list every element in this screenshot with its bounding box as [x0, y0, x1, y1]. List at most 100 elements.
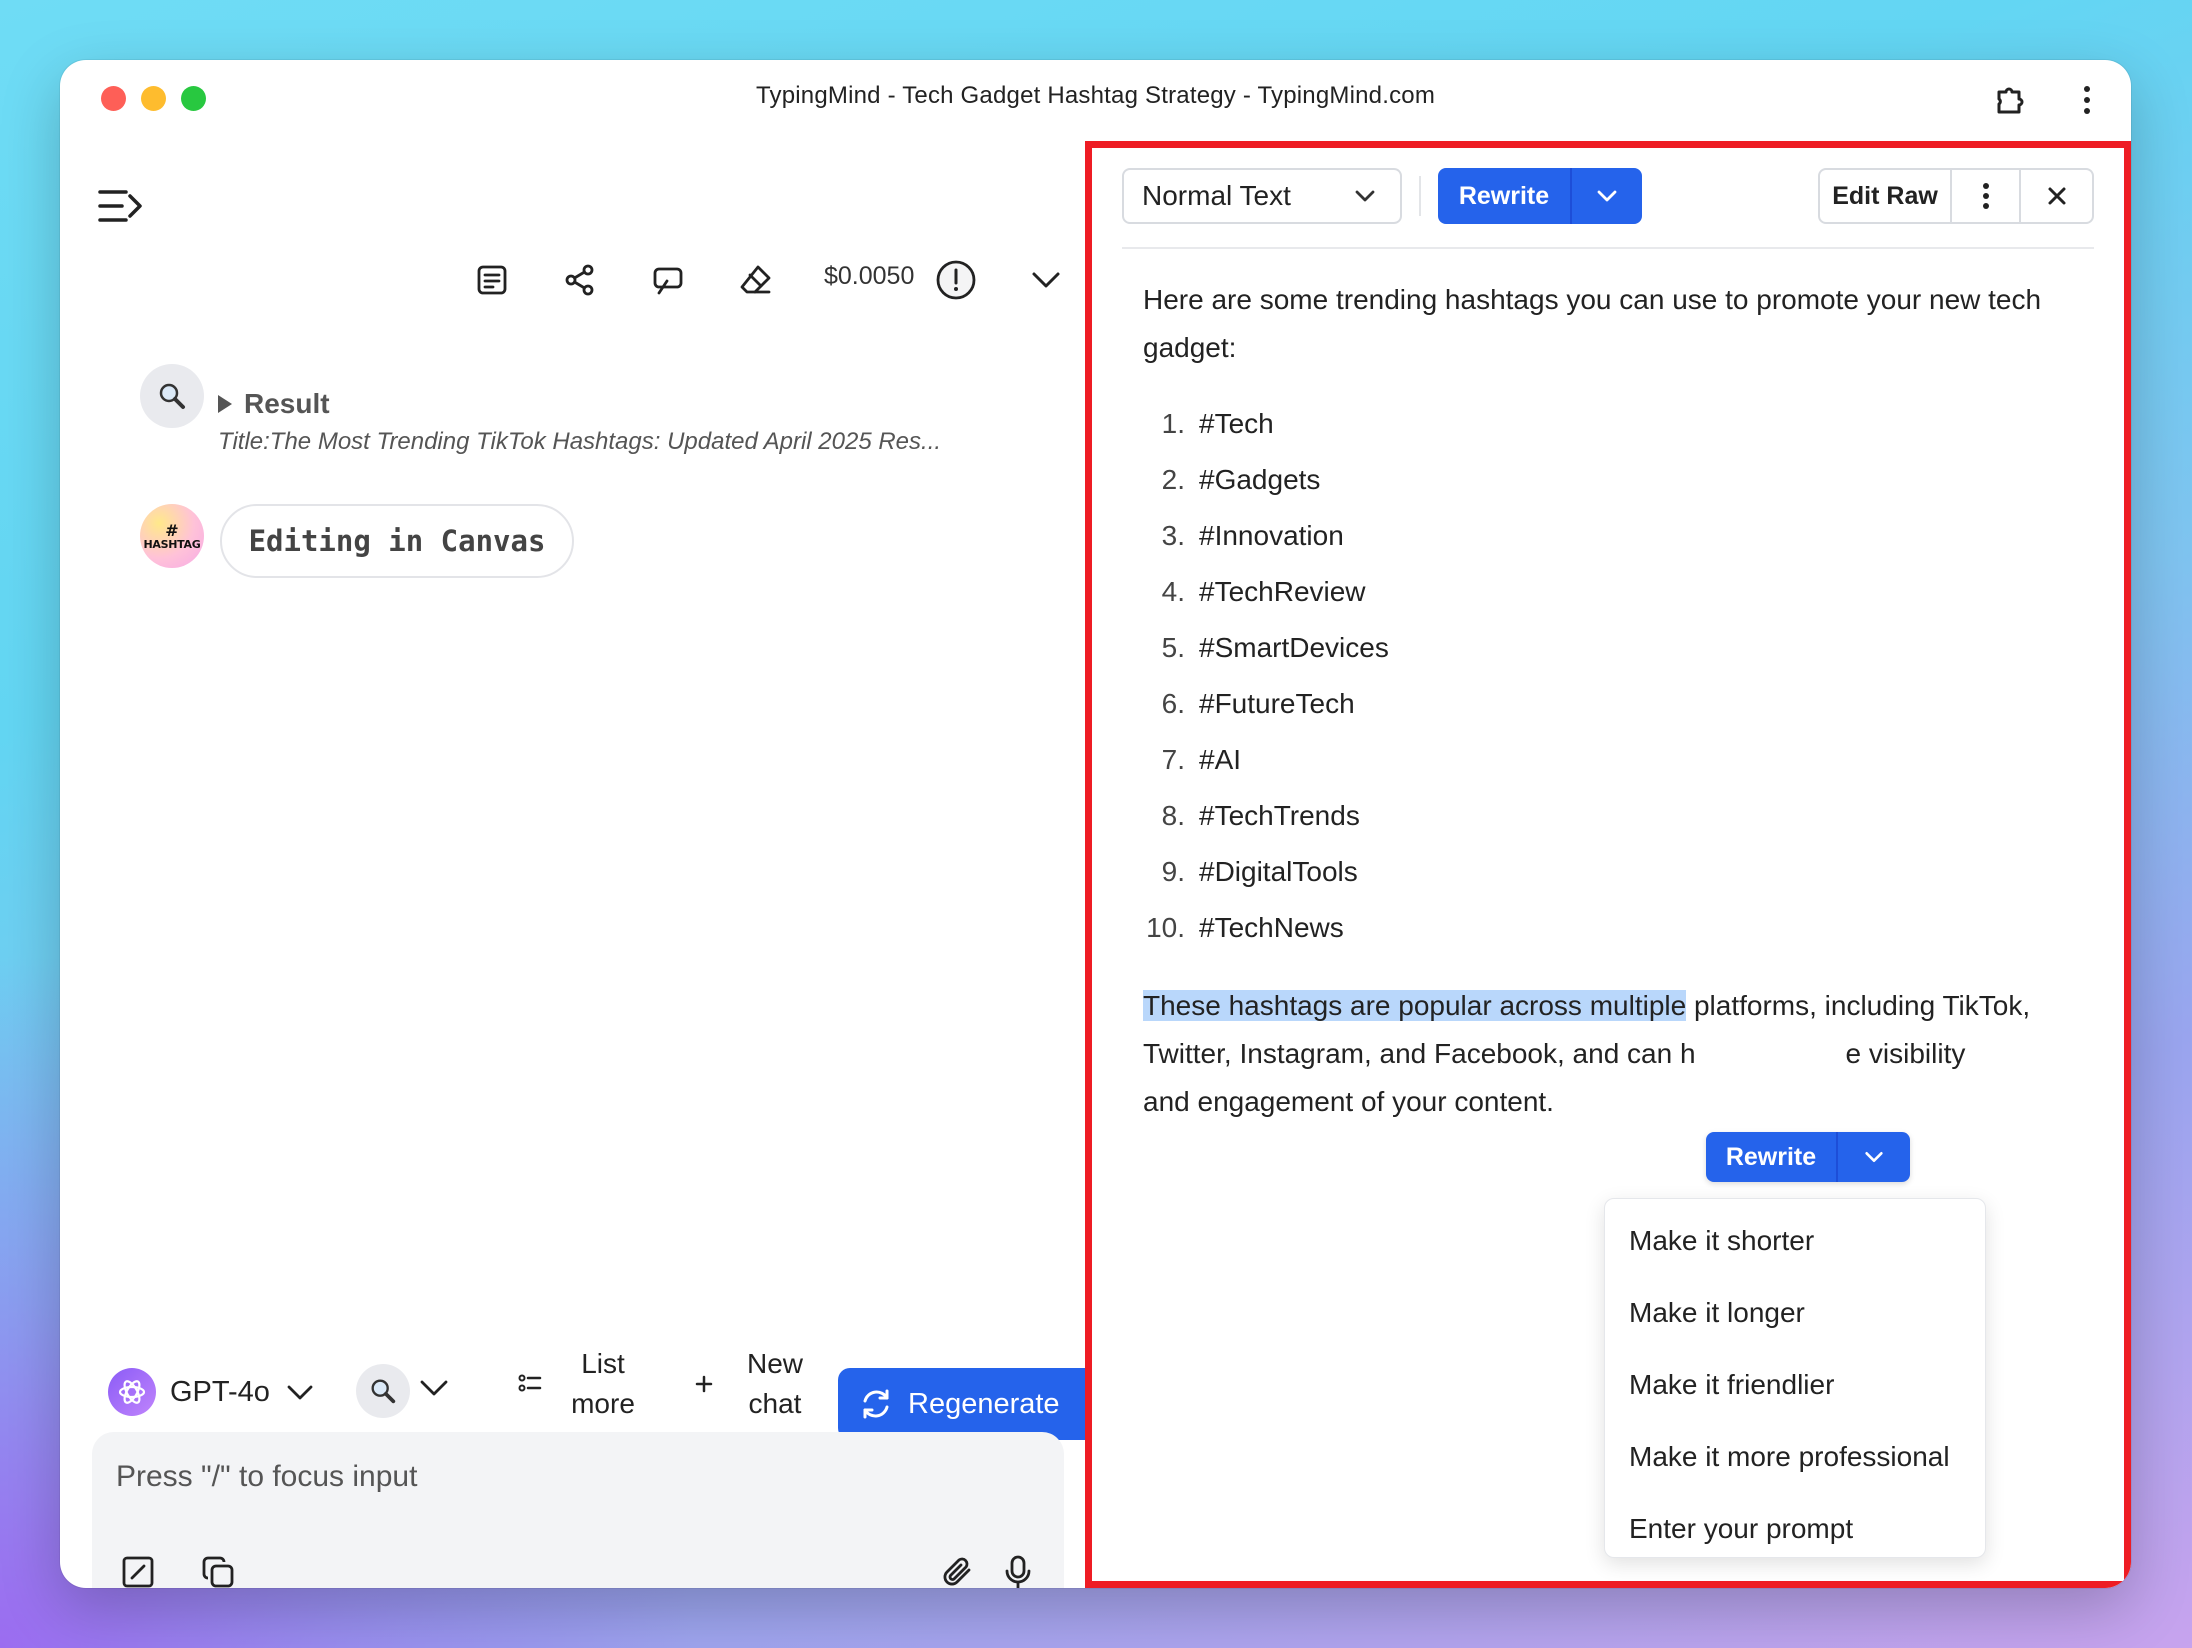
closing-paragraph: These hashtags are popular across multip… [1143, 982, 2083, 1126]
canvas-document[interactable]: Here are some trending hashtags you can … [1143, 258, 2083, 1126]
microphone-icon[interactable] [996, 1550, 1040, 1588]
hashtag-item: 1. #Tech [1143, 396, 2083, 452]
prompt-library-icon[interactable] [116, 1550, 160, 1588]
list-icon [518, 1374, 542, 1392]
rewrite-menu-item[interactable]: Make it longer [1605, 1277, 1985, 1349]
chat-input[interactable]: Press "/" to focus input [92, 1432, 1064, 1588]
closing-line1-rest: platforms, including TikTok, [1686, 990, 2031, 1021]
closing-line2: Twitter, Instagram, and Facebook, and ca… [1143, 1038, 1696, 1069]
window-title: TypingMind - Tech Gadget Hashtag Strateg… [755, 82, 1436, 109]
hashtag-number: 1. [1161, 408, 1185, 439]
hashtag-text: #Tech [1199, 408, 1274, 439]
hashtag-item: 6. #FutureTech [1143, 676, 2083, 732]
rewrite-options-menu: Make it shorter Make it longer Make it fri… [1604, 1198, 1986, 1558]
hashtag-number: 4. [1161, 576, 1185, 607]
hashtag-item: 5. #SmartDevices [1143, 620, 2083, 676]
plugin-selector[interactable] [356, 1364, 410, 1418]
avatar-word: HASHTAG [143, 537, 201, 551]
hashtag-text: #Innovation [1199, 520, 1344, 551]
hashtag-text: #Gadgets [1199, 464, 1321, 495]
chevron-down-icon[interactable] [1022, 256, 1070, 304]
chat-info-icon[interactable] [468, 256, 516, 304]
attach-icon[interactable] [936, 1550, 980, 1588]
rewrite-options-button[interactable] [1570, 168, 1642, 224]
chevron-down-icon [1865, 1152, 1883, 1162]
hashtag-text: #SmartDevices [1199, 632, 1389, 663]
sidebar-toggle-icon[interactable] [96, 182, 144, 230]
plus-icon [695, 1375, 713, 1393]
canvas-tools: Edit Raw [1818, 168, 2094, 224]
hashtag-item: 10. #TechNews [1143, 900, 2083, 956]
hashtag-item: 3. #Innovation [1143, 508, 2083, 564]
share-icon[interactable] [556, 256, 604, 304]
result-title: Title:The Most Trending TikTok Hashtags:… [218, 428, 942, 455]
edit-raw-button[interactable]: Edit Raw [1820, 170, 1953, 222]
more-options-icon[interactable] [1952, 170, 2022, 222]
text-style-value: Normal Text [1142, 180, 1291, 211]
hashtag-number: 2. [1161, 464, 1185, 495]
chevron-down-icon [1597, 190, 1617, 202]
hashtag-number: 5. [1161, 632, 1185, 663]
eraser-icon[interactable] [732, 256, 780, 304]
regenerate-button[interactable]: Regenerate [838, 1368, 1098, 1440]
hashtag-agent-avatar: # HASHTAG [140, 504, 204, 568]
rewrite-menu-item[interactable]: Make it shorter [1605, 1205, 1985, 1277]
hashtag-number: 6. [1161, 688, 1185, 719]
model-name: GPT-4o [170, 1375, 270, 1408]
expand-triangle-icon[interactable] [218, 395, 232, 413]
rewrite-split-button: Rewrite [1438, 168, 1642, 224]
browser-menu-icon[interactable] [2067, 80, 2107, 120]
hashtag-text: #FutureTech [1199, 688, 1355, 719]
reply-icon[interactable] [644, 256, 692, 304]
intro-paragraph: Here are some trending hashtags you can … [1143, 284, 2042, 363]
hashtag-text: #DigitalTools [1199, 856, 1358, 887]
search-plugin-avatar [140, 364, 204, 428]
closing-line2-tail: e visibility [1845, 1038, 1966, 1069]
text-style-select[interactable]: Normal Text [1122, 168, 1402, 224]
magnifier-icon [371, 1379, 396, 1404]
hashtag-text: #TechNews [1199, 912, 1344, 943]
input-placeholder: Press "/" to focus input [116, 1460, 418, 1493]
closing-line3: and engagement of your content. [1143, 1086, 1554, 1117]
hashtag-text: #TechReview [1199, 576, 1366, 607]
rewrite-menu-item[interactable]: Enter your prompt [1605, 1493, 1985, 1565]
model-selector[interactable]: GPT-4o [108, 1360, 316, 1424]
hashtag-item: 2. #Gadgets [1143, 452, 2083, 508]
rewrite-button[interactable]: Rewrite [1438, 168, 1570, 224]
chevron-down-icon [1355, 190, 1375, 202]
floating-rewrite-button[interactable]: Rewrite [1706, 1132, 1836, 1182]
rewrite-menu-item[interactable]: Make it friendlier [1605, 1349, 1985, 1421]
hashtag-item: 9. #DigitalTools [1143, 844, 2083, 900]
hashtag-item: 4. #TechReview [1143, 564, 2083, 620]
hashtag-number: 9. [1161, 856, 1185, 887]
list-more-label: List more [571, 1348, 635, 1419]
hashtag-item: 8. #TechTrends [1143, 788, 2083, 844]
chevron-down-icon [287, 1385, 313, 1400]
cost-info-icon[interactable] [932, 256, 980, 304]
avatar-hash: # [165, 520, 179, 540]
toolbar-divider [1419, 176, 1421, 216]
toolbar-divider-line [1122, 247, 2094, 249]
hashtag-number: 8. [1161, 800, 1185, 831]
rewrite-menu-item[interactable]: Make it more professional [1605, 1421, 1985, 1493]
hashtag-number: 7. [1161, 744, 1185, 775]
new-chat-button[interactable]: New chat [692, 1344, 820, 1424]
token-cost: $0.0050 [824, 262, 915, 290]
hashtag-item: 7. #AI [1143, 732, 2083, 788]
close-icon[interactable] [2021, 170, 2092, 222]
hashtag-list: 1. #Tech 2. #Gadgets 3. #Innovation 4. #TechRev… [1143, 396, 2083, 956]
plugin-chevron-down-icon[interactable] [416, 1370, 452, 1411]
result-label[interactable]: Result [244, 388, 330, 420]
app-window: TypingMind - Tech Gadget Hashtag Strateg… [60, 60, 2131, 1588]
list-more-button[interactable]: List more [516, 1344, 648, 1424]
hashtag-number: 3. [1161, 520, 1185, 551]
title-bar: TypingMind - Tech Gadget Hashtag Strateg… [60, 60, 2131, 140]
canvas-editor: Normal Text Rewrite Edit Raw Here are so… [1085, 141, 2131, 1588]
copy-icon[interactable] [196, 1550, 240, 1588]
editing-in-canvas-pill[interactable]: Editing in Canvas [220, 504, 574, 578]
refresh-icon [863, 1389, 889, 1419]
floating-rewrite-options-button[interactable] [1836, 1132, 1910, 1182]
magnifier-icon [159, 383, 185, 409]
extensions-icon[interactable] [1991, 80, 2031, 120]
hashtag-text: #AI [1199, 744, 1242, 775]
